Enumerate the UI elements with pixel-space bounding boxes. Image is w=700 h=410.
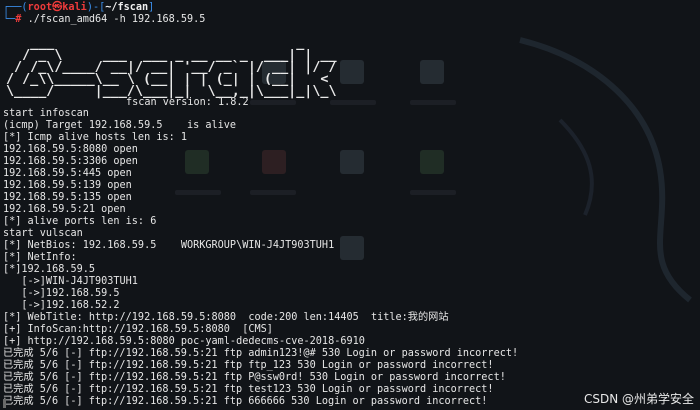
output-line: 已完成 5/6 [-] ftp://192.168.59.5:21 ftp ft… <box>3 360 494 371</box>
prompt-user: root <box>27 2 53 13</box>
terminal-cursor <box>3 399 6 408</box>
prompt-command-line: └─# ./fscan_amd64 -h 192.168.59.5 <box>3 14 206 25</box>
fscan-ascii-banner: ___ _ / _ \ ___ ___ _ __ __ _ ___| | __ … <box>6 37 345 98</box>
output-line: (icmp) Target 192.168.59.5 is alive <box>3 120 237 131</box>
output-line: [*]192.168.59.5 <box>3 264 96 275</box>
output-line: [+] http://192.168.59.5:8080 poc-yaml-de… <box>3 336 365 347</box>
output-line: 192.168.59.5:135 open <box>3 192 132 203</box>
prompt-at-symbol: ㉿ <box>52 2 63 13</box>
output-line: [*] alive ports len is: 6 <box>3 216 157 227</box>
output-line: 已完成 5/6 [-] ftp://192.168.59.5:21 ftp te… <box>3 384 494 395</box>
fscan-version: fscan version: 1.8.2 <box>126 97 249 108</box>
prompt-header: ┌──(root㉿kali)-[~/fscan] <box>3 2 155 13</box>
prompt-path: ~/fscan <box>105 2 149 13</box>
output-line: [*] NetInfo: <box>3 252 77 263</box>
output-line: 192.168.59.5:21 open <box>3 204 126 215</box>
output-line: start vulscan <box>3 228 83 239</box>
output-line: 192.168.59.5:139 open <box>3 180 132 191</box>
output-line: [*] NetBios: 192.168.59.5 WORKGROUP\WIN-… <box>3 240 335 251</box>
typed-command: ./fscan_amd64 -h 192.168.59.5 <box>27 14 206 25</box>
output-line: [*] WebTitle: http://192.168.59.5:8080 c… <box>3 312 449 323</box>
output-line: [->]192.168.52.2 <box>3 300 120 311</box>
output-line: 192.168.59.5:3306 open <box>3 156 138 167</box>
output-line: 192.168.59.5:8080 open <box>3 144 138 155</box>
output-line: 192.168.59.5:445 open <box>3 168 132 179</box>
output-line: [+] InfoScan:http://192.168.59.5:8080 [C… <box>3 324 273 335</box>
output-line: [->]WIN-J4JT903TUH1 <box>3 276 138 287</box>
prompt-host: kali <box>62 2 87 13</box>
terminal-window[interactable]: ┌──(root㉿kali)-[~/fscan] └─# ./fscan_amd… <box>0 0 700 410</box>
csdn-watermark: CSDN @州弟学安全 <box>583 392 694 406</box>
output-line: 已完成 5/6 [-] ftp://192.168.59.5:21 ftp ad… <box>3 348 519 359</box>
output-line: 已完成 5/6 [-] ftp://192.168.59.5:21 ftp P@… <box>3 372 506 383</box>
output-line: 已完成 5/6 [-] ftp://192.168.59.5:21 ftp 66… <box>3 396 488 407</box>
output-line: [->]192.168.59.5 <box>3 288 120 299</box>
output-line: start infoscan <box>3 108 89 119</box>
output-line: [*] Icmp alive hosts len is: 1 <box>3 132 188 143</box>
